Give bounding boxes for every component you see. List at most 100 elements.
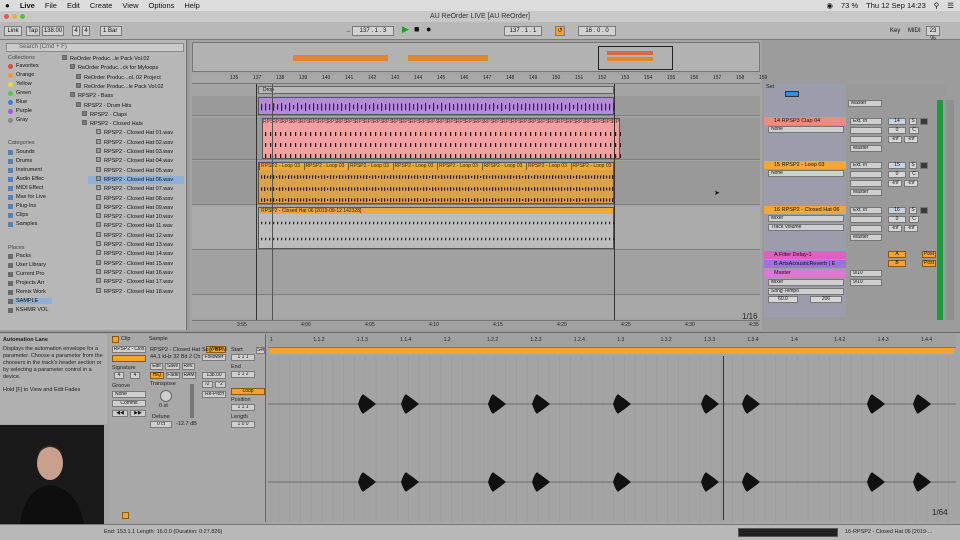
file-item[interactable]: RPSP2 - Closed Hat 13.wav <box>88 241 173 249</box>
sample-editor[interactable]: 1 1.1.2 1.1.3 1.1.4 1.2 1.2.2 1.2.3 1.2.4 1.3 1.3… <box>268 334 956 522</box>
sample-ruler[interactable]: 1 1.1.2 1.1.3 1.1.4 1.2 1.2.2 1.2.3 1.2.4 1.3 1.3… <box>268 334 956 348</box>
time-ruler[interactable]: 3:55 4:00 4:05 4:10 4:15 4:20 4:25 4:30 4:35 <box>192 320 760 329</box>
file-item[interactable]: RPSP2 - Closed Hat 15.wav <box>88 259 173 268</box>
start-set-button[interactable]: Set <box>256 347 265 354</box>
input-channel-select[interactable] <box>850 127 882 134</box>
position-field[interactable]: 1 1 1 <box>231 404 255 411</box>
mini-overview[interactable] <box>738 528 838 537</box>
nudge-back-icon[interactable]: ◀◀ <box>112 410 128 417</box>
track-volume-field[interactable]: 16 <box>888 207 906 214</box>
input-channel-select[interactable] <box>850 216 882 223</box>
clock-text[interactable]: Thu 12 Sep 14:23 <box>866 1 926 10</box>
gain-slider[interactable] <box>190 384 194 418</box>
tempo-field[interactable]: 138.00 <box>42 26 64 36</box>
end-field[interactable]: 1 1 2 <box>231 371 255 378</box>
send-a-field[interactable]: -inf <box>888 225 902 232</box>
input-type-select[interactable]: Ext. In <box>850 162 882 169</box>
track-header[interactable]: 15 RPSP2 - Loop 03 <box>764 161 846 169</box>
collection-item-favorites[interactable]: Favorites <box>8 63 39 69</box>
track-pan-field[interactable]: 0 <box>888 127 906 134</box>
file-item[interactable]: RPSP2 - Closed Hat 16.wav <box>88 268 173 277</box>
file-item[interactable]: RPSP2 - Closed Hat 14.wav <box>88 250 173 258</box>
output-select[interactable]: Master <box>850 234 882 241</box>
beat-ruler[interactable]: 135 137 138 139 140 141 142 143 144 145 146 147 148 1… <box>192 75 767 84</box>
empty-lane[interactable] <box>192 296 760 318</box>
track-header[interactable]: 16 RPSP2 - Closed Hat 06 <box>764 206 846 214</box>
file-item[interactable]: ReOrder Produc...ck for Myloops <box>66 64 158 72</box>
collection-item-blue[interactable]: Blue <box>8 99 27 105</box>
file-item[interactable]: RPSP2 - Closed Hat 17.wav <box>88 278 173 286</box>
send-b-field[interactable]: -inf <box>904 180 918 187</box>
locator-drop[interactable]: Drop <box>258 86 614 94</box>
reverse-button[interactable]: Rev. <box>182 363 195 370</box>
input-channel-select[interactable] <box>850 171 882 178</box>
close-window-button[interactable] <box>4 14 9 19</box>
follower-button[interactable]: Follower <box>202 354 226 361</box>
category-item[interactable]: Plug-Ins <box>8 203 36 209</box>
edit-button[interactable]: Edit <box>150 363 163 370</box>
solo-button[interactable]: S <box>909 118 917 125</box>
place-item[interactable]: KSHMR VOL <box>8 307 48 313</box>
track-lane-clap[interactable]: RPSRPSRPSRPSRPSRPSRPSRPSRPSRPSRPSRPSRPSR… <box>192 117 760 160</box>
track-lane-loop[interactable]: RPSP2 - Loop 03 RPSP2 - Loop 03 RPSP2 - Lo… <box>192 161 760 205</box>
track-monitor-select[interactable]: None <box>768 170 844 177</box>
track-lane-returns[interactable] <box>192 251 760 295</box>
master-dd-tempo[interactable]: Song Tempo <box>768 288 844 295</box>
send-a-field[interactable]: -inf <box>888 136 902 143</box>
follow-icon[interactable]: → <box>345 26 351 36</box>
length-field[interactable]: 1 0 0 <box>231 421 255 428</box>
monitor-select[interactable] <box>850 225 882 232</box>
sample-loop-brace[interactable] <box>270 348 954 354</box>
collection-item-orange[interactable]: Orange <box>8 72 34 78</box>
master-route-1[interactable]: 9/10 <box>850 270 882 277</box>
sig-num-field[interactable]: 4 <box>72 26 80 36</box>
send-b-field[interactable]: -inf <box>904 136 918 143</box>
track-monitor-select[interactable]: Mixer <box>768 215 844 222</box>
send-b-field[interactable]: -inf <box>904 225 918 232</box>
transpose-knob[interactable] <box>160 390 172 402</box>
groove-select[interactable]: None <box>112 391 146 398</box>
monitor-select[interactable] <box>850 180 882 187</box>
category-item[interactable]: Instrument <box>8 167 42 173</box>
clip-hat[interactable]: RPSP2 - Closed Hat 06 [2019-09-12 142328… <box>258 207 615 249</box>
midi-map-button[interactable]: MIDI <box>908 26 921 36</box>
collection-item-purple[interactable]: Purple <box>8 108 32 114</box>
fade-button[interactable]: Fade <box>166 372 180 379</box>
track-center-field[interactable]: C <box>909 216 919 223</box>
category-item[interactable]: MIDI Effect <box>8 185 43 191</box>
category-item[interactable]: Sounds <box>8 149 35 155</box>
track-lane-synth[interactable] <box>192 96 760 116</box>
file-item[interactable]: RPSP2 - Closed Hat 05.wav <box>88 166 173 175</box>
hiq-button[interactable]: HiQ <box>150 372 164 379</box>
save-button[interactable]: Save <box>165 363 180 370</box>
file-item[interactable]: RPSP2 - Closed Hat 03.wav <box>88 148 173 156</box>
file-item[interactable]: RPSP2 - Closed Hat 06.wav <box>88 175 184 184</box>
send-a-field[interactable]: -inf <box>888 180 902 187</box>
return-post-button[interactable]: Post <box>922 251 936 258</box>
category-item[interactable]: Samples <box>8 221 37 227</box>
arm-button-icon[interactable] <box>920 162 928 169</box>
ram-button[interactable]: RAM <box>182 372 196 379</box>
automation-select[interactable]: Track Volume <box>768 224 844 231</box>
quantize-select[interactable]: 1 Bar <box>100 26 122 36</box>
track-header[interactable]: 14 RPSP3 Clap 04 <box>764 117 846 125</box>
return-track-header[interactable]: B ArtsAcousticReverb | E <box>764 260 846 268</box>
sample-tab[interactable]: Sample <box>149 336 168 342</box>
file-item[interactable]: RPSP2 - Closed Hat 01.wav <box>88 129 173 137</box>
clip-clap[interactable]: RPSRPSRPSRPSRPSRPSRPSRPSRPSRPSRPSRPSRPSR… <box>262 118 621 159</box>
clip-activator-button[interactable] <box>112 336 119 343</box>
file-item[interactable]: RPSP2 - Closed Hat 11.wav <box>88 222 173 230</box>
place-item[interactable]: Projects Arr <box>8 280 44 286</box>
file-item[interactable]: ReOrder Produc...le Pack Vol.02 <box>72 82 163 91</box>
mixer-scroll[interactable] <box>946 100 954 320</box>
loop-toggle-icon[interactable]: ↺ <box>555 26 565 36</box>
start-field[interactable]: 1 1 1 <box>231 354 255 361</box>
clip-loop[interactable]: RPSP2 - Loop 03 RPSP2 - Loop 03 RPSP2 - Lo… <box>258 162 614 204</box>
menu-file[interactable]: File <box>45 1 57 10</box>
file-item[interactable]: RPSP2 - Closed Hat 10.wav <box>88 213 173 221</box>
file-item[interactable]: RPSP2 - Closed Hat 18.wav <box>88 287 173 296</box>
place-item[interactable]: User Library <box>8 262 46 268</box>
clip-sig-den[interactable]: 4 <box>130 372 140 379</box>
clip-sig-num[interactable]: 4 <box>114 372 124 379</box>
file-item[interactable]: RPSP2 - Claps <box>78 110 127 119</box>
